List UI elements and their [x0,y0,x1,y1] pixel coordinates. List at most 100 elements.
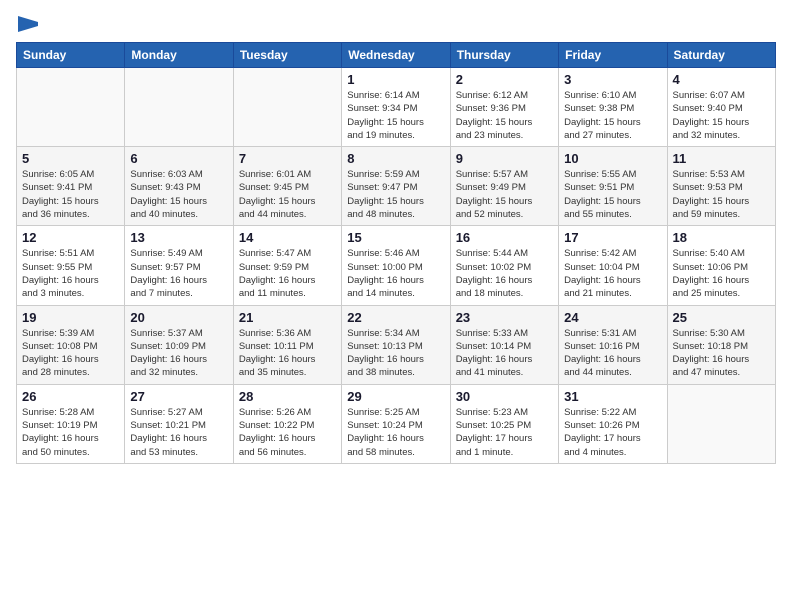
calendar-cell: 24 Sunrise: 5:31 AM Sunset: 10:16 PM Dayl… [559,305,667,384]
logo [16,16,38,30]
day-info: Sunrise: 6:07 AM Sunset: 9:40 PM Dayligh… [673,89,770,142]
calendar-cell [667,384,775,463]
day-number: 27 [130,389,227,404]
day-number: 25 [673,310,770,325]
day-info: Sunrise: 5:34 AM Sunset: 10:13 PM Daylig… [347,327,444,380]
weekday-saturday: Saturday [667,43,775,68]
calendar-cell: 13 Sunrise: 5:49 AM Sunset: 9:57 PM Dayli… [125,226,233,305]
day-info: Sunrise: 5:53 AM Sunset: 9:53 PM Dayligh… [673,168,770,221]
day-number: 14 [239,230,336,245]
calendar-cell [17,68,125,147]
day-number: 12 [22,230,119,245]
day-info: Sunrise: 5:40 AM Sunset: 10:06 PM Daylig… [673,247,770,300]
calendar-cell: 9 Sunrise: 5:57 AM Sunset: 9:49 PM Daylig… [450,147,558,226]
day-number: 26 [22,389,119,404]
calendar-cell: 31 Sunrise: 5:22 AM Sunset: 10:26 PM Dayl… [559,384,667,463]
day-number: 10 [564,151,661,166]
calendar-cell: 6Sunrise: 6:03 AM Sunset: 9:43 PM Daylig… [125,147,233,226]
day-number: 1 [347,72,444,87]
day-info: Sunrise: 5:42 AM Sunset: 10:04 PM Daylig… [564,247,661,300]
weekday-header-row: SundayMondayTuesdayWednesdayThursdayFrid… [17,43,776,68]
weekday-thursday: Thursday [450,43,558,68]
day-number: 28 [239,389,336,404]
day-info: Sunrise: 5:23 AM Sunset: 10:25 PM Daylig… [456,406,553,459]
day-number: 15 [347,230,444,245]
day-info: Sunrise: 5:22 AM Sunset: 10:26 PM Daylig… [564,406,661,459]
day-info: Sunrise: 5:55 AM Sunset: 9:51 PM Dayligh… [564,168,661,221]
day-info: Sunrise: 5:46 AM Sunset: 10:00 PM Daylig… [347,247,444,300]
day-number: 8 [347,151,444,166]
calendar-cell: 26Sunrise: 5:28 AM Sunset: 10:19 PM Dayl… [17,384,125,463]
day-number: 24 [564,310,661,325]
calendar-cell: 29 Sunrise: 5:25 AM Sunset: 10:24 PM Dayl… [342,384,450,463]
calendar-table: SundayMondayTuesdayWednesdayThursdayFrid… [16,42,776,464]
calendar-body: 1Sunrise: 6:14 AM Sunset: 9:34 PM Daylig… [17,68,776,464]
weekday-monday: Monday [125,43,233,68]
day-info: Sunrise: 5:44 AM Sunset: 10:02 PM Daylig… [456,247,553,300]
logo-icon [18,14,38,34]
day-info: Sunrise: 5:57 AM Sunset: 9:49 PM Dayligh… [456,168,553,221]
day-number: 3 [564,72,661,87]
day-number: 31 [564,389,661,404]
calendar-cell: 16Sunrise: 5:44 AM Sunset: 10:02 PM Dayl… [450,226,558,305]
day-info: Sunrise: 5:47 AM Sunset: 9:59 PM Dayligh… [239,247,336,300]
calendar-cell [233,68,341,147]
calendar-cell: 21Sunrise: 5:36 AM Sunset: 10:11 PM Dayl… [233,305,341,384]
day-number: 5 [22,151,119,166]
calendar-cell: 15 Sunrise: 5:46 AM Sunset: 10:00 PM Dayl… [342,226,450,305]
day-number: 20 [130,310,227,325]
day-number: 13 [130,230,227,245]
page-header [16,16,776,30]
calendar-cell: 2Sunrise: 6:12 AM Sunset: 9:36 PM Daylig… [450,68,558,147]
day-info: Sunrise: 5:30 AM Sunset: 10:18 PM Daylig… [673,327,770,380]
day-number: 7 [239,151,336,166]
day-info: Sunrise: 5:26 AM Sunset: 10:22 PM Daylig… [239,406,336,459]
day-info: Sunrise: 5:25 AM Sunset: 10:24 PM Daylig… [347,406,444,459]
calendar-week-0: 1Sunrise: 6:14 AM Sunset: 9:34 PM Daylig… [17,68,776,147]
calendar-week-3: 19 Sunrise: 5:39 AM Sunset: 10:08 PM Dayl… [17,305,776,384]
day-number: 19 [22,310,119,325]
calendar-week-4: 26Sunrise: 5:28 AM Sunset: 10:19 PM Dayl… [17,384,776,463]
calendar-cell: 11 Sunrise: 5:53 AM Sunset: 9:53 PM Dayli… [667,147,775,226]
day-info: Sunrise: 5:33 AM Sunset: 10:14 PM Daylig… [456,327,553,380]
day-number: 23 [456,310,553,325]
calendar-cell: 5 Sunrise: 6:05 AM Sunset: 9:41 PM Daylig… [17,147,125,226]
weekday-friday: Friday [559,43,667,68]
day-info: Sunrise: 5:37 AM Sunset: 10:09 PM Daylig… [130,327,227,380]
day-number: 4 [673,72,770,87]
day-number: 18 [673,230,770,245]
weekday-tuesday: Tuesday [233,43,341,68]
day-info: Sunrise: 5:39 AM Sunset: 10:08 PM Daylig… [22,327,119,380]
calendar-cell: 25 Sunrise: 5:30 AM Sunset: 10:18 PM Dayl… [667,305,775,384]
calendar-cell: 12Sunrise: 5:51 AM Sunset: 9:55 PM Dayli… [17,226,125,305]
calendar-cell: 3 Sunrise: 6:10 AM Sunset: 9:38 PM Daylig… [559,68,667,147]
calendar-cell [125,68,233,147]
calendar-week-1: 5 Sunrise: 6:05 AM Sunset: 9:41 PM Daylig… [17,147,776,226]
calendar-cell: 8 Sunrise: 5:59 AM Sunset: 9:47 PM Daylig… [342,147,450,226]
weekday-wednesday: Wednesday [342,43,450,68]
day-number: 9 [456,151,553,166]
day-info: Sunrise: 6:10 AM Sunset: 9:38 PM Dayligh… [564,89,661,142]
day-number: 22 [347,310,444,325]
day-number: 17 [564,230,661,245]
weekday-sunday: Sunday [17,43,125,68]
day-info: Sunrise: 5:27 AM Sunset: 10:21 PM Daylig… [130,406,227,459]
calendar-cell: 30 Sunrise: 5:23 AM Sunset: 10:25 PM Dayl… [450,384,558,463]
day-info: Sunrise: 5:59 AM Sunset: 9:47 PM Dayligh… [347,168,444,221]
calendar-cell: 23 Sunrise: 5:33 AM Sunset: 10:14 PM Dayl… [450,305,558,384]
calendar-cell: 20 Sunrise: 5:37 AM Sunset: 10:09 PM Dayl… [125,305,233,384]
day-info: Sunrise: 6:05 AM Sunset: 9:41 PM Dayligh… [22,168,119,221]
calendar-cell: 17 Sunrise: 5:42 AM Sunset: 10:04 PM Dayl… [559,226,667,305]
day-number: 11 [673,151,770,166]
calendar-cell: 27 Sunrise: 5:27 AM Sunset: 10:21 PM Dayl… [125,384,233,463]
calendar-cell: 10 Sunrise: 5:55 AM Sunset: 9:51 PM Dayli… [559,147,667,226]
day-number: 30 [456,389,553,404]
calendar-cell: 7Sunrise: 6:01 AM Sunset: 9:45 PM Daylig… [233,147,341,226]
calendar-cell: 22 Sunrise: 5:34 AM Sunset: 10:13 PM Dayl… [342,305,450,384]
day-info: Sunrise: 5:36 AM Sunset: 10:11 PM Daylig… [239,327,336,380]
calendar-cell: 19 Sunrise: 5:39 AM Sunset: 10:08 PM Dayl… [17,305,125,384]
day-info: Sunrise: 5:49 AM Sunset: 9:57 PM Dayligh… [130,247,227,300]
calendar-cell: 18 Sunrise: 5:40 AM Sunset: 10:06 PM Dayl… [667,226,775,305]
day-number: 29 [347,389,444,404]
day-info: Sunrise: 5:31 AM Sunset: 10:16 PM Daylig… [564,327,661,380]
